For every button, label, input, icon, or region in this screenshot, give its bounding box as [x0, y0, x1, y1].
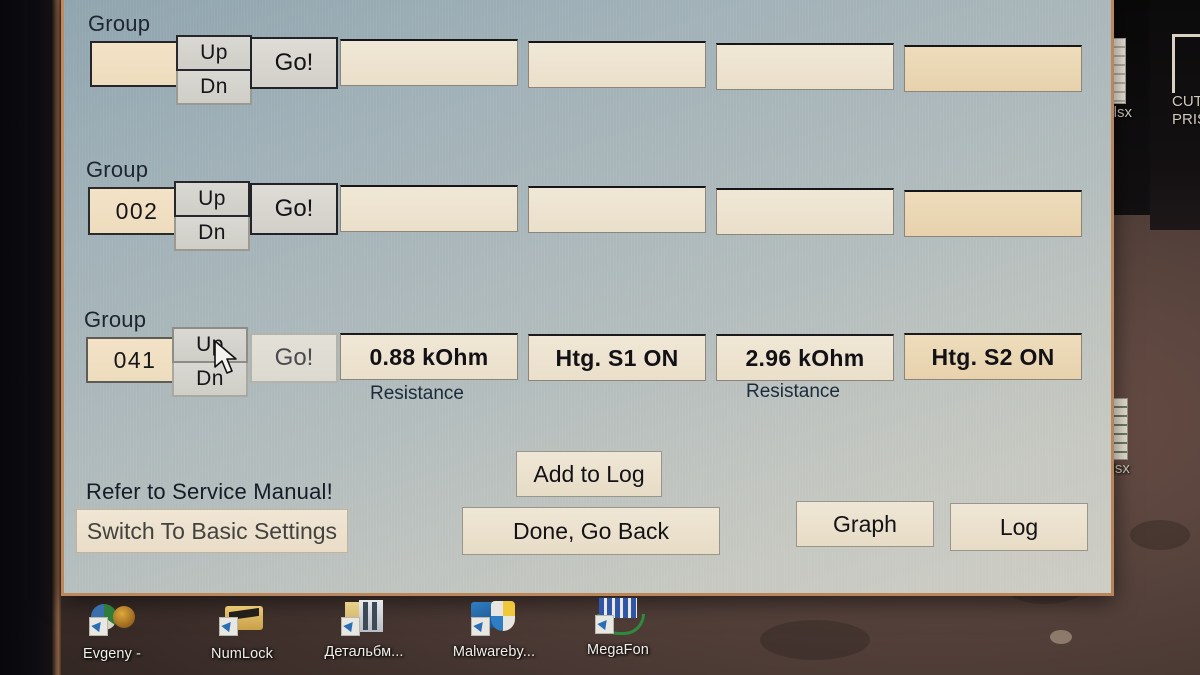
- group-stepper: Up Dn: [172, 327, 248, 397]
- group-number-field[interactable]: 002: [88, 187, 186, 235]
- group-down-button[interactable]: Dn: [172, 363, 248, 397]
- desktop-icon-label: Детальбм...: [324, 644, 404, 660]
- group-up-button[interactable]: Up: [172, 327, 248, 363]
- desktop-icon-megafon[interactable]: MegaFon: [572, 598, 664, 658]
- group-stepper: Up Dn: [174, 181, 250, 251]
- switch-to-basic-settings-button[interactable]: Switch To Basic Settings: [76, 509, 348, 553]
- resistance-caption-s2: Resistance: [746, 381, 840, 402]
- resistance-caption-s1: Resistance: [370, 383, 464, 404]
- group-stepper: Up Dn: [176, 35, 252, 105]
- group-label: Group: [88, 11, 151, 36]
- group-number-field[interactable]: 041: [86, 337, 184, 383]
- monitor-bezel-left-edge: [52, 0, 61, 675]
- shortcut-arrow-icon: [341, 617, 360, 636]
- megafon-icon: [595, 598, 645, 640]
- measurement-field: [904, 45, 1082, 92]
- add-to-log-button[interactable]: Add to Log: [516, 451, 662, 497]
- monitor-bezel-left: [0, 0, 58, 675]
- group-row: Group 041 Up Dn Go! 0.88 kOhm Htg. S1 ON…: [64, 301, 1111, 421]
- shortcut-arrow-icon: [219, 617, 238, 636]
- group-row: Group Up Dn Go!: [64, 3, 1111, 123]
- group-down-button[interactable]: Dn: [174, 217, 250, 251]
- heater-status-s1: Htg. S1 ON: [528, 334, 706, 381]
- shortcut-arrow-icon: [471, 617, 490, 636]
- group-up-button[interactable]: Up: [176, 35, 252, 71]
- graph-button[interactable]: Graph: [796, 501, 934, 547]
- application-window: Group Up Dn Go! Group 002 Up Dn Go! Grou…: [61, 0, 1114, 596]
- measurement-field: [340, 39, 518, 86]
- measurement-field: [340, 185, 518, 232]
- measurement-field: [528, 41, 706, 88]
- measurement-field: [904, 190, 1082, 237]
- desktop-icon-numlock[interactable]: NumLock: [196, 602, 288, 662]
- measurement-field: [716, 43, 894, 90]
- desktop-icon-malwarebytes[interactable]: Malwareby...: [448, 600, 540, 660]
- desktop-icon-label: Evgeny -: [82, 646, 142, 662]
- group-up-button[interactable]: Up: [174, 181, 250, 217]
- shortcut-arrow-icon: [595, 615, 614, 634]
- desktop-icon-label: NumLock: [211, 646, 273, 662]
- service-manual-note: Refer to Service Manual!: [86, 479, 333, 504]
- desktop-icon-label: CUT: [1172, 93, 1200, 110]
- group-go-button[interactable]: Go!: [250, 333, 338, 383]
- desktop-icon-evgeny[interactable]: Evgeny -: [66, 602, 158, 662]
- application-panel: Group Up Dn Go! Group 002 Up Dn Go! Grou…: [64, 0, 1111, 593]
- browser-icon: [89, 602, 135, 644]
- group-label: Group: [84, 307, 147, 332]
- log-button[interactable]: Log: [950, 503, 1088, 551]
- done-go-back-button[interactable]: Done, Go Back: [462, 507, 720, 555]
- group-label: Group: [86, 157, 149, 182]
- group-down-button[interactable]: Dn: [176, 71, 252, 105]
- resistance-value-s1: 0.88 kOhm: [340, 333, 518, 380]
- excel-icon: [1172, 34, 1200, 93]
- document-icon: [341, 600, 387, 642]
- resistance-value-s2: 2.96 kOhm: [716, 334, 894, 381]
- shield-icon: [471, 600, 517, 642]
- measurement-field: [528, 186, 706, 233]
- heater-status-s2: Htg. S2 ON: [904, 333, 1082, 380]
- desktop-icon-label: MegaFon: [587, 642, 649, 658]
- group-go-button[interactable]: Go!: [250, 183, 338, 235]
- measurement-field: [716, 188, 894, 235]
- shortcut-arrow-icon: [89, 617, 108, 636]
- desktop-icon-label: Malwareby...: [452, 644, 536, 660]
- group-row: Group 002 Up Dn Go!: [64, 151, 1111, 271]
- group-go-button[interactable]: Go!: [250, 37, 338, 89]
- desktop-icon-label-2: PRIS: [1172, 111, 1200, 128]
- desktop-icon-detalbm[interactable]: Детальбм...: [318, 600, 410, 660]
- group-number-field[interactable]: [90, 41, 190, 87]
- numlock-icon: [219, 602, 265, 644]
- desktop-icon-cut-pris[interactable]: CUT PRIS: [1172, 34, 1200, 129]
